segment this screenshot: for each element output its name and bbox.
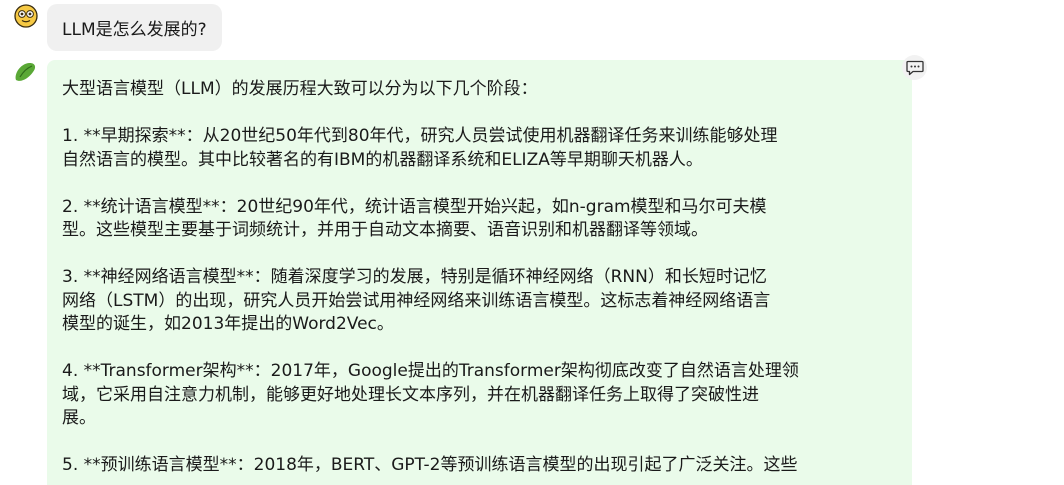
chat-window: LLM是怎么发展的? 大型语言模型（LLM）的发展历程大致可以分为以下几个阶段：… xyxy=(0,0,1064,485)
assistant-paragraph: 2. **统计语言模型**：20世纪90年代，统计语言模型开始兴起，如n-gra… xyxy=(62,196,897,243)
assistant-text-line: 大型语言模型（LLM）的发展历程大致可以分为以下几个阶段： xyxy=(62,79,538,99)
assistant-paragraph: 4. **Transformer架构**：2017年，Google提出的Tran… xyxy=(62,360,897,431)
comment-button[interactable] xyxy=(902,55,927,80)
assistant-paragraph: 1. **早期探索**：从20世纪50年代到80年代，研究人员尝试使用机器翻译任… xyxy=(62,125,897,172)
assistant-paragraph: 大型语言模型（LLM）的发展历程大致可以分为以下几个阶段： xyxy=(62,78,897,102)
assistant-text-line: 展。 xyxy=(62,408,96,428)
assistant-text-line: 3. **神经网络语言模型**：随着深度学习的发展，特别是循环神经网络（RNN）… xyxy=(62,267,767,287)
assistant-text-line: 2. **统计语言模型**：20世纪90年代，统计语言模型开始兴起，如n-gra… xyxy=(62,196,767,217)
assistant-paragraph: 3. **神经网络语言模型**：随着深度学习的发展，特别是循环神经网络（RNN）… xyxy=(62,266,897,337)
assistant-message-bubble: 大型语言模型（LLM）的发展历程大致可以分为以下几个阶段： 1. **早期探索*… xyxy=(47,60,912,485)
chat-bubble-icon xyxy=(905,60,924,75)
user-avatar-icon xyxy=(14,4,38,28)
assistant-text-line: 5. **预训练语言模型**：2018年，BERT、GPT-2等预训练语言模型的… xyxy=(62,455,798,475)
user-message-bubble: LLM是怎么发展的? xyxy=(47,4,222,51)
assistant-text-line: 型。这些模型主要基于词频统计，并用于自动文本摘要、语音识别和机器翻译等领域。 xyxy=(62,220,708,240)
bot-avatar-icon xyxy=(12,60,36,84)
assistant-text-line: 网络（LSTM）的出现，研究人员开始尝试用神经网络来训练语言模型。这标志着神经网… xyxy=(62,290,771,311)
user-message-text: LLM是怎么发展的? xyxy=(62,20,207,40)
assistant-text-line: 自然语言的模型。其中比较著名的有IBM的机器翻译系统和ELIZA等早期聊天机器人… xyxy=(62,149,703,170)
assistant-text-line: 模型的诞生，如2013年提出的Word2Vec。 xyxy=(62,314,394,334)
assistant-text-line: 4. **Transformer架构**：2017年，Google提出的Tran… xyxy=(62,361,799,381)
assistant-paragraph: 5. **预训练语言模型**：2018年，BERT、GPT-2等预训练语言模型的… xyxy=(62,454,897,478)
assistant-text-line: 1. **早期探索**：从20世纪50年代到80年代，研究人员尝试使用机器翻译任… xyxy=(62,126,778,146)
assistant-text-line: 域，它采用自注意力机制，能够更好地处理长文本序列，并在机器翻译任务上取得了突破性… xyxy=(62,384,759,405)
